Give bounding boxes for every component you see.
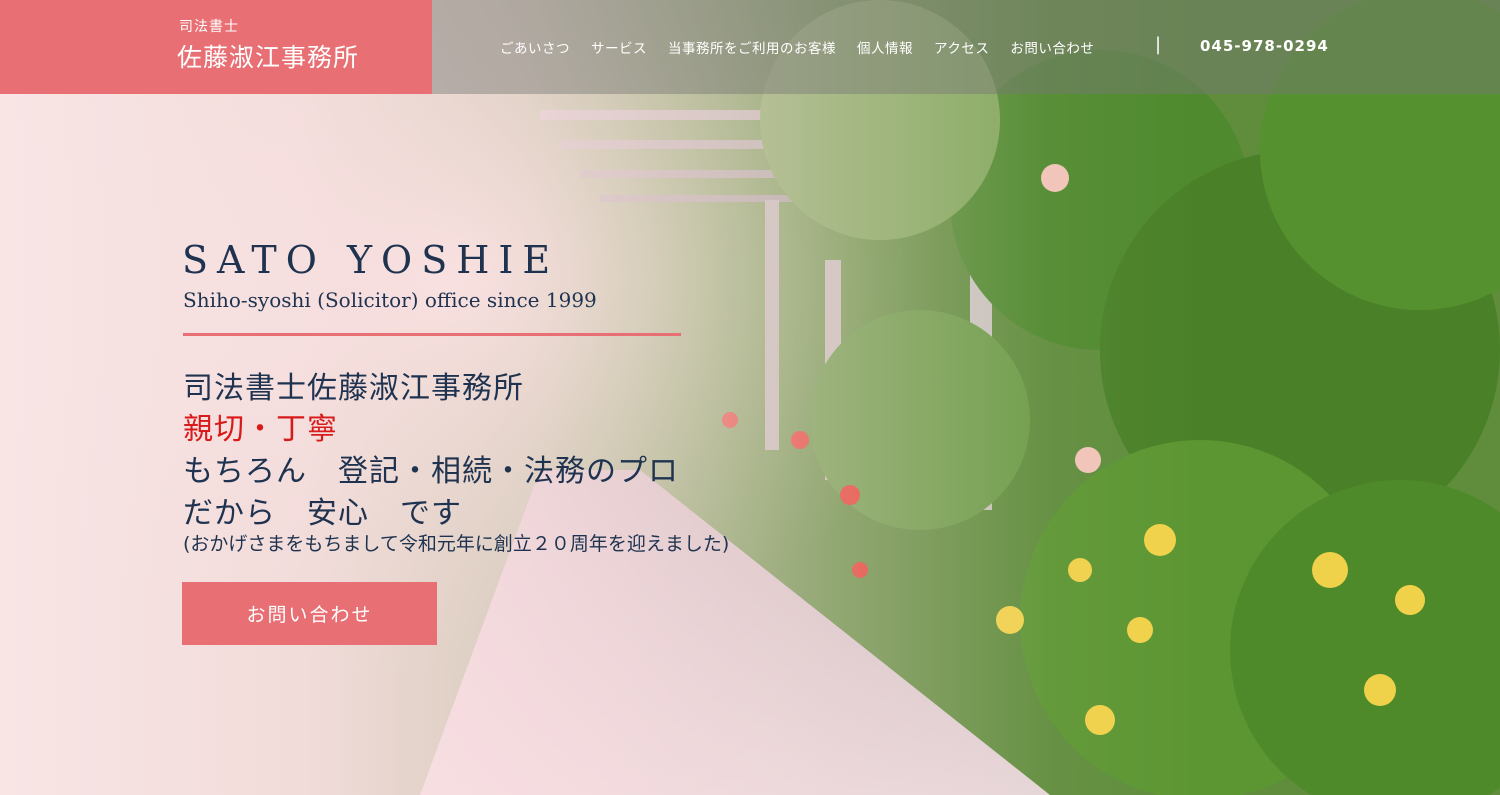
hero-divider bbox=[183, 333, 681, 336]
nav-services[interactable]: サービス bbox=[591, 37, 647, 57]
brand-subtitle: 司法書士 bbox=[179, 19, 239, 35]
hero-title-en: SATO YOSHIE bbox=[182, 238, 560, 282]
nav-greeting[interactable]: ごあいさつ bbox=[500, 37, 570, 57]
phone-number-link[interactable]: 045-978-0294 bbox=[1200, 37, 1329, 55]
hero-anniversary-note: (おかげさまをもちまして令和元年に創立２０周年を迎えました) bbox=[183, 533, 730, 555]
brand-name: 佐藤淑江事務所 bbox=[177, 43, 360, 72]
nav-privacy[interactable]: 個人情報 bbox=[857, 37, 913, 57]
brand-logo[interactable]: 司法書士 佐藤淑江事務所 bbox=[0, 0, 432, 94]
hero-tagline-pro: もちろん 登記・相続・法務のプロ bbox=[183, 454, 679, 489]
hero-subtitle-en: Shiho-syoshi (Solicitor) office since 19… bbox=[183, 288, 597, 312]
nav-contact[interactable]: お問い合わせ bbox=[1010, 37, 1094, 57]
hero-tagline-safe: だから 安心 です bbox=[183, 496, 462, 531]
hero-office-name: 司法書士佐藤淑江事務所 bbox=[183, 371, 524, 406]
nav-separator: | bbox=[1155, 34, 1162, 55]
hero-tagline-highlight: 親切・丁寧 bbox=[183, 412, 338, 447]
nav-customers[interactable]: 当事務所をご利用のお客様 bbox=[668, 37, 836, 57]
nav-access[interactable]: アクセス bbox=[934, 37, 989, 57]
main-nav: ごあいさつ サービス 当事務所をご利用のお客様 個人情報 アクセス お問い合わせ bbox=[500, 37, 1115, 57]
contact-button[interactable]: お問い合わせ bbox=[182, 582, 437, 645]
